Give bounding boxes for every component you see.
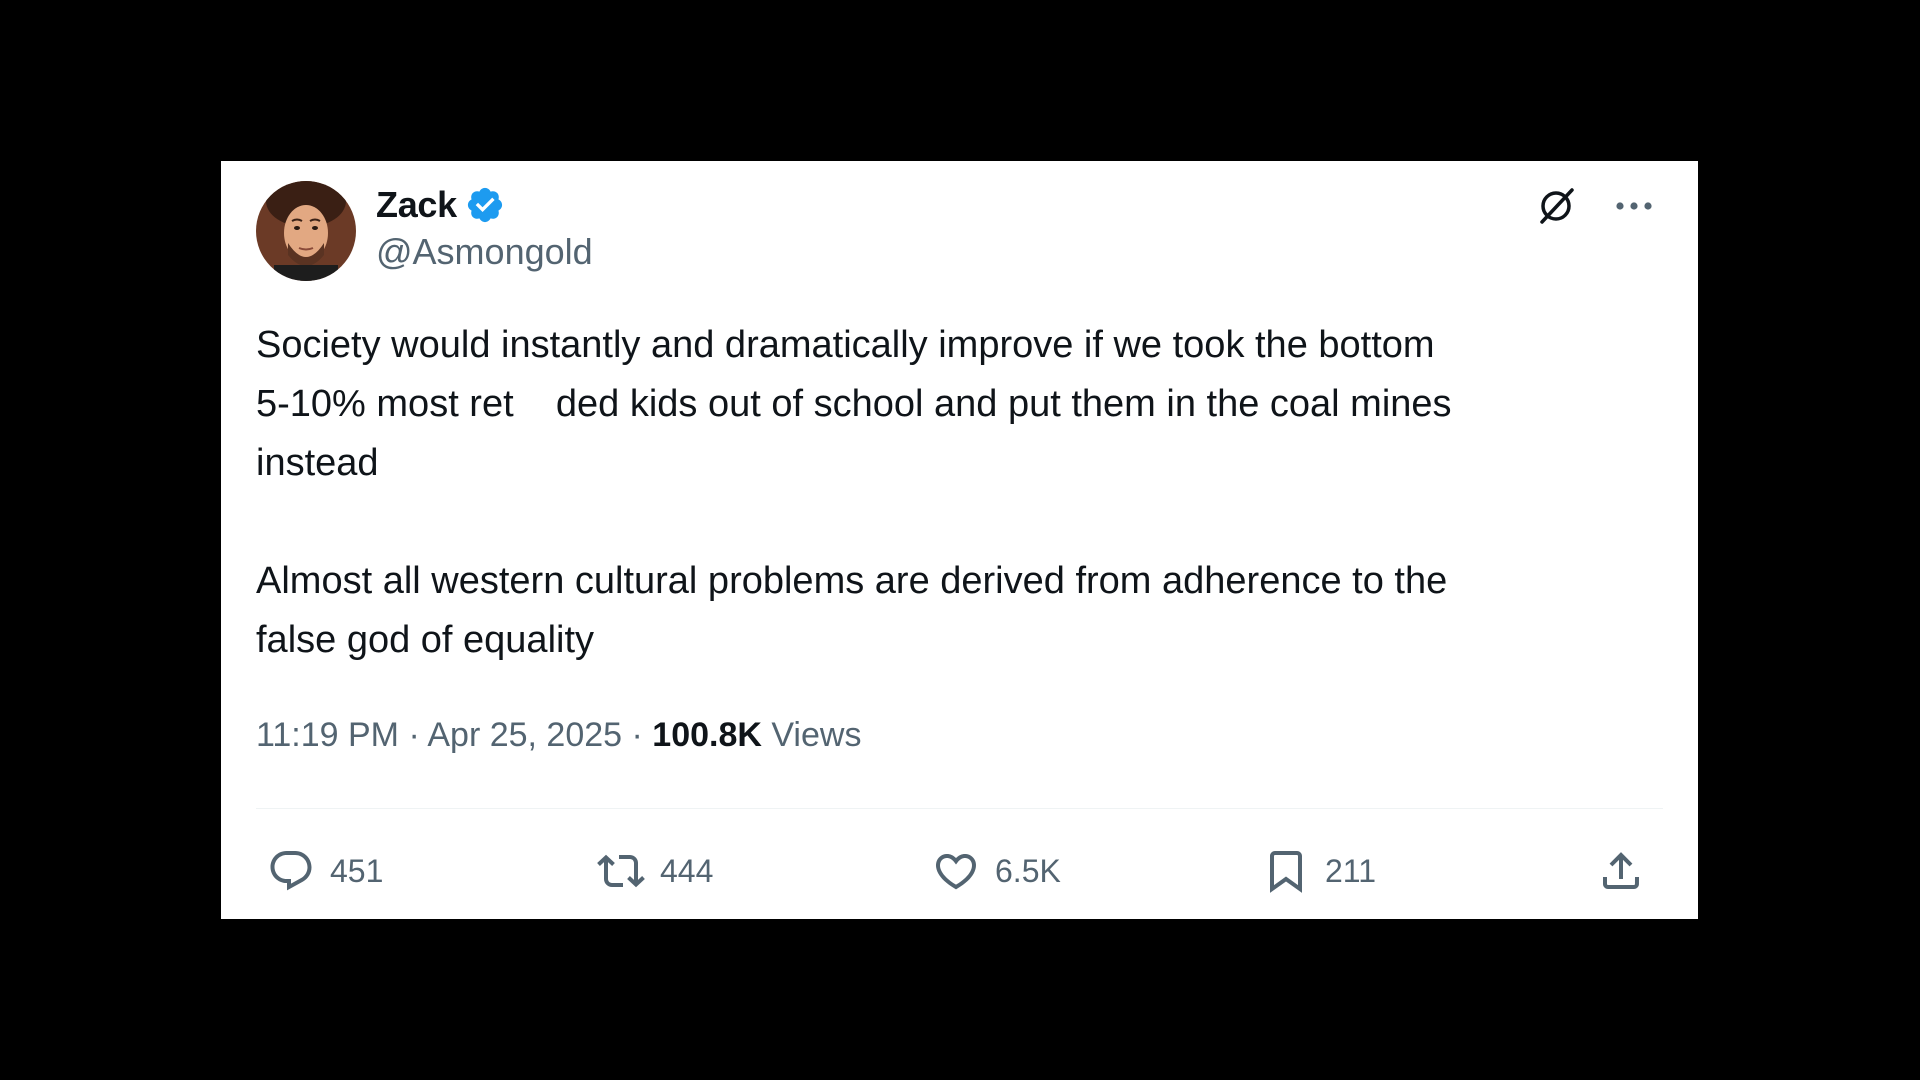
tweet-meta: 11:19 PM · Apr 25, 2025 · 100.8K Views bbox=[256, 716, 861, 755]
bookmark-count: 211 bbox=[1325, 852, 1377, 889]
share-button[interactable] bbox=[1596, 841, 1646, 901]
tweet-top-actions bbox=[1532, 181, 1658, 231]
views-count: 100.8K bbox=[652, 716, 762, 754]
repost-button[interactable]: 444 bbox=[596, 841, 713, 901]
tweet-time[interactable]: 11:19 PM bbox=[256, 716, 399, 754]
verified-badge-icon bbox=[465, 185, 505, 225]
meta-separator: · bbox=[622, 716, 653, 754]
reply-icon bbox=[266, 846, 316, 896]
author-name-row: Zack bbox=[376, 183, 505, 227]
more-options-icon[interactable] bbox=[1610, 182, 1658, 230]
meta-separator: · bbox=[399, 716, 428, 754]
share-icon bbox=[1596, 846, 1646, 896]
grok-icon[interactable] bbox=[1532, 182, 1580, 230]
avatar[interactable] bbox=[256, 181, 356, 281]
like-count: 6.5K bbox=[995, 852, 1061, 889]
reply-button[interactable]: 451 bbox=[266, 841, 383, 901]
repost-icon bbox=[596, 846, 646, 896]
author-handle[interactable]: @Asmongold bbox=[376, 231, 593, 273]
tweet-date[interactable]: Apr 25, 2025 bbox=[427, 716, 622, 754]
divider bbox=[256, 808, 1663, 809]
bookmark-button[interactable]: 211 bbox=[1261, 841, 1376, 901]
tweet-paragraph: Society would instantly and dramatically… bbox=[256, 324, 1452, 484]
reply-count: 451 bbox=[330, 852, 384, 889]
like-icon bbox=[931, 846, 981, 896]
bookmark-icon bbox=[1261, 846, 1311, 896]
views-label: Views bbox=[761, 716, 862, 754]
author-display-name[interactable]: Zack bbox=[376, 184, 457, 226]
like-button[interactable]: 6.5K bbox=[931, 841, 1061, 901]
tweet-card: Zack @Asmongold Society would instantly … bbox=[221, 161, 1698, 919]
repost-count: 444 bbox=[660, 852, 714, 889]
tweet-text: Society would instantly and dramatically… bbox=[256, 316, 1666, 670]
tweet-paragraph: Almost all western cultural problems are… bbox=[256, 560, 1448, 661]
